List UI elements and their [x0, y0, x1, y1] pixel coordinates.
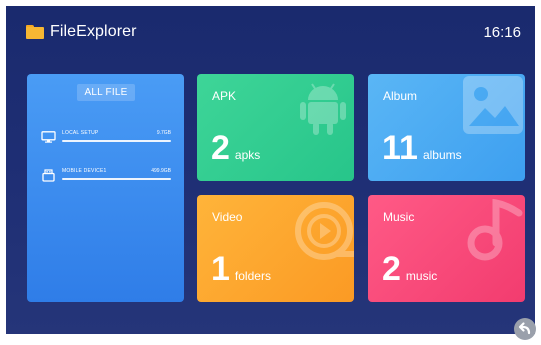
music-label: Music: [383, 210, 415, 224]
app-header: FileExplorer: [26, 23, 137, 41]
storage-local-setup[interactable]: LOCAL SETUP 9.7GB: [41, 130, 171, 150]
storage-name: LOCAL SETUP: [62, 130, 99, 136]
app-title: FileExplorer: [50, 23, 137, 40]
apk-count: 2 apks: [211, 131, 260, 165]
video-tile[interactable]: Video 1 folders: [197, 195, 354, 302]
play-icon: [295, 202, 354, 260]
storage-mobile-device1[interactable]: MOBILE DEVICE1 499.9GB: [41, 168, 171, 188]
music-note-icon: [467, 199, 523, 261]
all-file-button[interactable]: ALL FILE: [77, 84, 135, 101]
back-icon: [518, 322, 531, 335]
album-count: 11 albums: [382, 131, 462, 165]
image-icon: [463, 76, 523, 134]
apk-count-unit: apks: [234, 148, 261, 162]
apk-label: APK: [212, 89, 237, 103]
storage-usage-bar: [62, 178, 171, 180]
video-count-value: 1: [211, 250, 230, 288]
usb-drive-icon: [42, 169, 55, 182]
android-icon: [300, 83, 346, 135]
video-count: 1 folders: [211, 252, 271, 286]
music-tile[interactable]: Music 2 music: [368, 195, 525, 302]
music-count: 2 music: [382, 252, 437, 286]
file-explorer-screen: FileExplorer 16:16 ALL FILE LOCAL SETUP …: [6, 6, 535, 334]
storage-name: MOBILE DEVICE1: [62, 168, 107, 174]
apk-tile[interactable]: APK 2 apks: [197, 74, 354, 181]
album-tile[interactable]: Album 11 albums: [368, 74, 525, 181]
monitor-icon: [41, 131, 56, 143]
all-file-tile[interactable]: ALL FILE LOCAL SETUP 9.7GB MOBILE DEVICE…: [27, 74, 184, 302]
album-count-value: 11: [382, 129, 418, 167]
music-count-unit: music: [405, 269, 438, 283]
back-button[interactable]: [514, 318, 536, 340]
storage-size: 9.7GB: [156, 130, 171, 136]
folder-icon: [26, 25, 44, 39]
header: FileExplorer 16:16: [6, 6, 535, 56]
clock: 16:16: [483, 24, 521, 41]
album-label: Album: [383, 89, 418, 103]
storage-usage-bar: [62, 140, 171, 142]
video-label: Video: [212, 210, 243, 224]
album-count-unit: albums: [422, 148, 462, 162]
apk-count-value: 2: [211, 129, 230, 167]
storage-size: 499.9GB: [151, 168, 171, 174]
video-count-unit: folders: [234, 269, 271, 283]
music-count-value: 2: [382, 250, 401, 288]
